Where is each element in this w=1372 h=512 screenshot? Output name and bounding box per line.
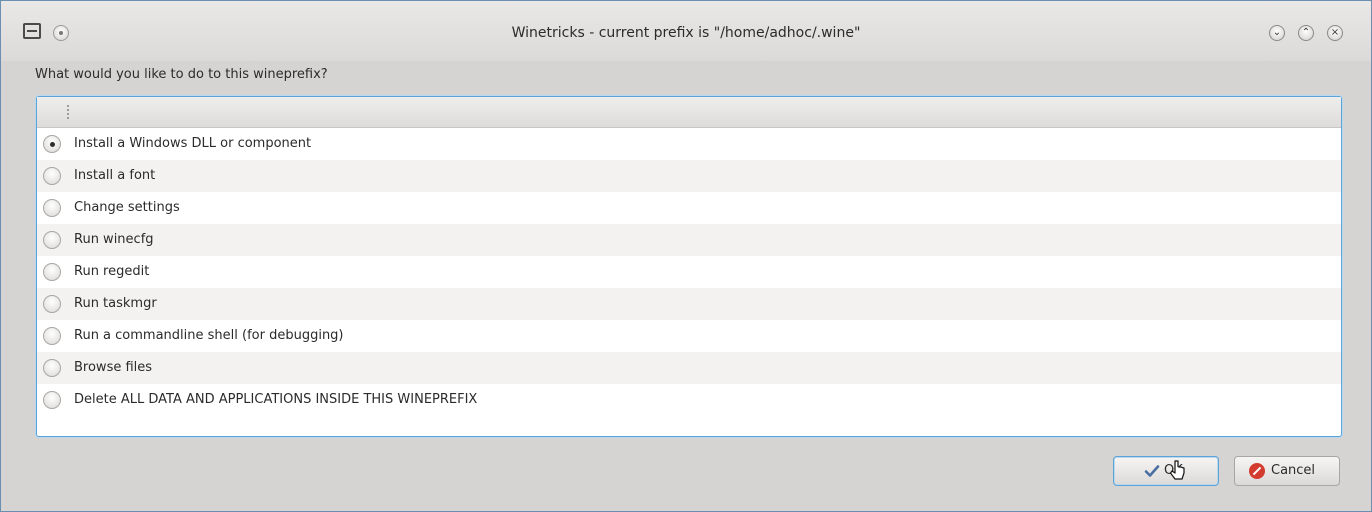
option-label: Run regedit	[74, 264, 150, 279]
cancel-icon	[1249, 463, 1265, 479]
option-row[interactable]: Install a font	[37, 160, 1341, 192]
option-label: Run taskmgr	[74, 296, 157, 311]
option-radio[interactable]	[43, 359, 61, 377]
options-rows: Install a Windows DLL or component Instal…	[37, 128, 1341, 416]
option-radio[interactable]	[43, 231, 61, 249]
option-row[interactable]: Browse files	[37, 352, 1341, 384]
option-label: Run winecfg	[74, 232, 154, 247]
window-title: Winetricks - current prefix is "/home/ad…	[511, 25, 861, 41]
list-header	[37, 97, 1341, 128]
option-radio[interactable]	[43, 199, 61, 217]
option-label: Browse files	[74, 360, 153, 375]
close-icon[interactable]: ×	[1327, 25, 1343, 41]
option-radio[interactable]	[43, 327, 61, 345]
prompt-question: What would you like to do to this winepr…	[35, 67, 328, 82]
option-label: Install a Windows DLL or component	[74, 136, 312, 151]
option-label: Run a commandline shell (for debugging)	[74, 328, 344, 343]
option-label: Change settings	[74, 200, 180, 215]
mouse-pointer-icon	[1169, 460, 1185, 480]
winetricks-window: Winetricks - current prefix is "/home/ad…	[0, 0, 1372, 512]
option-row[interactable]: Run a commandline shell (for debugging)	[37, 320, 1341, 352]
option-radio[interactable]	[43, 263, 61, 281]
ok-button[interactable]: OK	[1113, 456, 1219, 486]
option-radio[interactable]	[43, 391, 61, 409]
cancel-button-label: Cancel	[1271, 463, 1316, 478]
checkmark-icon	[1144, 465, 1160, 477]
option-row[interactable]: Run regedit	[37, 256, 1341, 288]
option-radio[interactable]	[43, 295, 61, 313]
option-row[interactable]: Change settings	[37, 192, 1341, 224]
options-list: Install a Windows DLL or component Instal…	[36, 96, 1342, 437]
title-bar[interactable]: Winetricks - current prefix is "/home/ad…	[1, 1, 1371, 61]
option-row[interactable]: Delete ALL DATA AND APPLICATIONS INSIDE …	[37, 384, 1341, 416]
cancel-button[interactable]: Cancel	[1234, 456, 1340, 486]
option-radio[interactable]	[43, 135, 61, 153]
column-resize-handle[interactable]	[67, 105, 69, 119]
option-label: Install a font	[74, 168, 156, 183]
option-row[interactable]: Run winecfg	[37, 224, 1341, 256]
option-row[interactable]: Run taskmgr	[37, 288, 1341, 320]
minimize-icon[interactable]: ⌄	[1269, 25, 1285, 41]
option-row[interactable]: Install a Windows DLL or component	[37, 128, 1341, 160]
option-label: Delete ALL DATA AND APPLICATIONS INSIDE …	[74, 392, 478, 407]
maximize-icon[interactable]: ⌃	[1298, 25, 1314, 41]
option-radio[interactable]	[43, 167, 61, 185]
